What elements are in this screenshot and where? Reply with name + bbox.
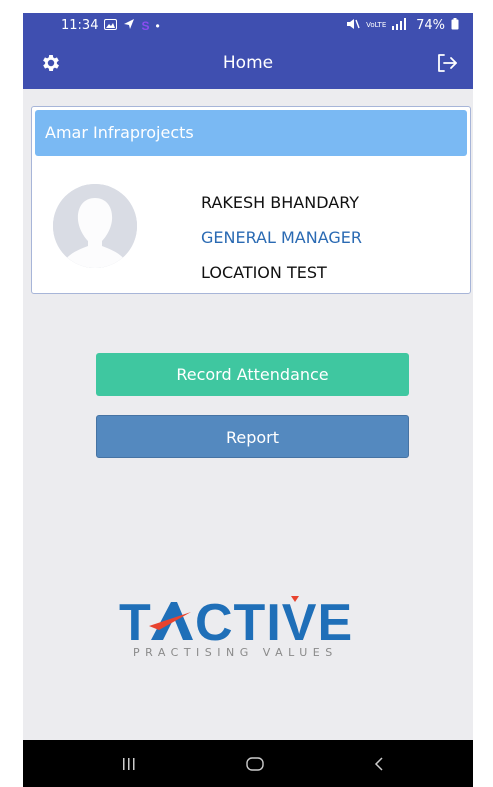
user-avatar-icon (53, 184, 137, 268)
status-right: VoLTE 74% (346, 13, 459, 38)
system-nav-bar (23, 740, 473, 787)
home-button[interactable] (225, 740, 285, 787)
logo-tagline: PRACTISING VALUES (133, 646, 338, 659)
signal-icon (390, 17, 410, 34)
back-button[interactable] (349, 740, 409, 787)
profile-card: Amar Infraprojects RAKESH BHANDARY GENER… (31, 106, 471, 294)
battery-icon (451, 17, 459, 34)
recent-apps-icon (123, 757, 135, 770)
employee-designation: GENERAL MANAGER (201, 228, 363, 247)
report-button[interactable]: Report (96, 415, 409, 458)
app-s-icon: S (141, 18, 150, 33)
logout-icon[interactable] (435, 51, 459, 75)
phone-screen: 11:34 S • VoLTE 74% Home Amar Infraproje… (23, 13, 473, 787)
page-title: Home (222, 53, 274, 73)
app-bar: Home (23, 38, 473, 89)
record-attendance-button[interactable]: Record Attendance (96, 353, 409, 396)
mute-icon (346, 18, 360, 34)
status-bar: 11:34 S • VoLTE 74% (23, 13, 473, 38)
home-icon (246, 757, 264, 771)
send-icon (123, 18, 135, 33)
gallery-icon (104, 18, 118, 33)
volte-text: VoLTE (366, 21, 387, 29)
svg-text:T: T (119, 596, 152, 652)
employee-location: LOCATION TEST (201, 263, 327, 282)
battery-text: 74% (416, 18, 445, 33)
svg-text:CTIVE: CTIVE (195, 596, 353, 652)
company-name: Amar Infraprojects (35, 110, 467, 156)
dot-icon: • (155, 18, 160, 33)
status-time: 11:34 (61, 18, 99, 33)
recent-apps-button[interactable] (99, 740, 159, 787)
tactive-logo: T CTIVE PRACTISING VALUES (119, 594, 384, 666)
employee-name: RAKESH BHANDARY (201, 193, 360, 212)
back-icon (374, 757, 383, 771)
